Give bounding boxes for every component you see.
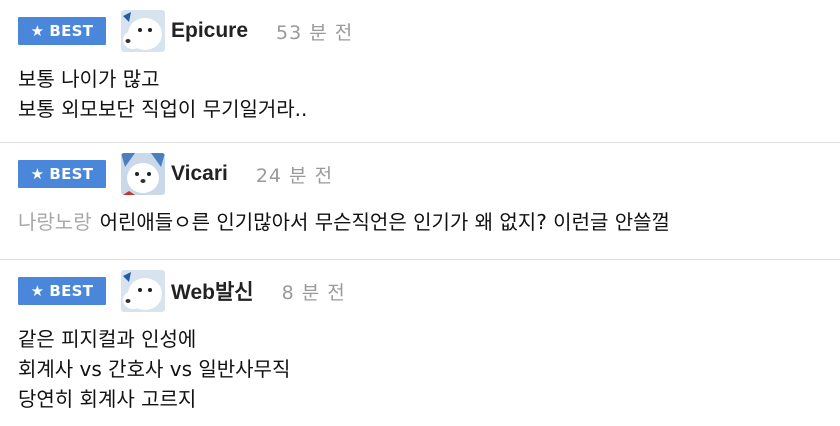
- timestamp: 53 분 전: [276, 21, 354, 44]
- best-badge: ★ BEST: [18, 277, 106, 305]
- comment-line: 같은 피지컬과 인성에: [18, 327, 197, 351]
- avatar[interactable]: [121, 153, 165, 195]
- comment-body: 보통 나이가 많고 보통 외모보단 직업이 무기일거라..: [18, 64, 822, 124]
- avatar[interactable]: [121, 10, 165, 52]
- comment-line: 보통 외모보단 직업이 무기일거라..: [18, 97, 308, 121]
- comment-item: ★ BEST Web발신 8 분 전 같은 피지컬과 인성에 회계사 vs 간호…: [0, 260, 840, 426]
- star-icon: ★: [30, 282, 45, 300]
- star-icon: ★: [30, 165, 45, 183]
- best-badge-label: BEST: [49, 165, 94, 183]
- nickname[interactable]: Web발신: [171, 276, 254, 306]
- comment-line: 보통 나이가 많고: [18, 67, 160, 91]
- mention-link[interactable]: 나랑노랑: [18, 210, 92, 234]
- star-icon: ★: [30, 22, 45, 40]
- timestamp: 8 분 전: [281, 281, 346, 304]
- avatar[interactable]: [121, 270, 165, 312]
- best-badge: ★ BEST: [18, 160, 106, 188]
- comment-item: ★ BEST Vicari 24 분 전 나랑노랑 어린애들ㅇ른 인기많아서 무슨…: [0, 143, 840, 260]
- comment-line: 당연히 회계사 고르지: [18, 387, 197, 411]
- best-badge-label: BEST: [49, 282, 94, 300]
- best-badge: ★ BEST: [18, 17, 106, 45]
- nickname[interactable]: Vicari: [171, 162, 228, 186]
- best-badge-label: BEST: [49, 22, 94, 40]
- comment-header: ★ BEST Epicure 53 분 전: [18, 10, 822, 52]
- comment-item: ★ BEST Epicure 53 분 전 보통 나이가 많고 보통 외모보단 …: [0, 0, 840, 143]
- comment-header: ★ BEST Web발신 8 분 전: [18, 270, 822, 312]
- timestamp: 24 분 전: [255, 164, 334, 187]
- comment-line: 회계사 vs 간호사 vs 일반사무직: [18, 357, 291, 381]
- comment-header: ★ BEST Vicari 24 분 전: [18, 153, 822, 195]
- comment-body: 나랑노랑 어린애들ㅇ른 인기많아서 무슨직언은 인기가 왜 없지? 이런글 안쓸껄: [18, 207, 822, 237]
- nickname[interactable]: Epicure: [171, 19, 248, 43]
- comment-text: 어린애들ㅇ른 인기많아서 무슨직언은 인기가 왜 없지? 이런글 안쓸껄: [99, 210, 670, 234]
- comment-body: 같은 피지컬과 인성에 회계사 vs 간호사 vs 일반사무직 당연히 회계사 …: [18, 324, 822, 414]
